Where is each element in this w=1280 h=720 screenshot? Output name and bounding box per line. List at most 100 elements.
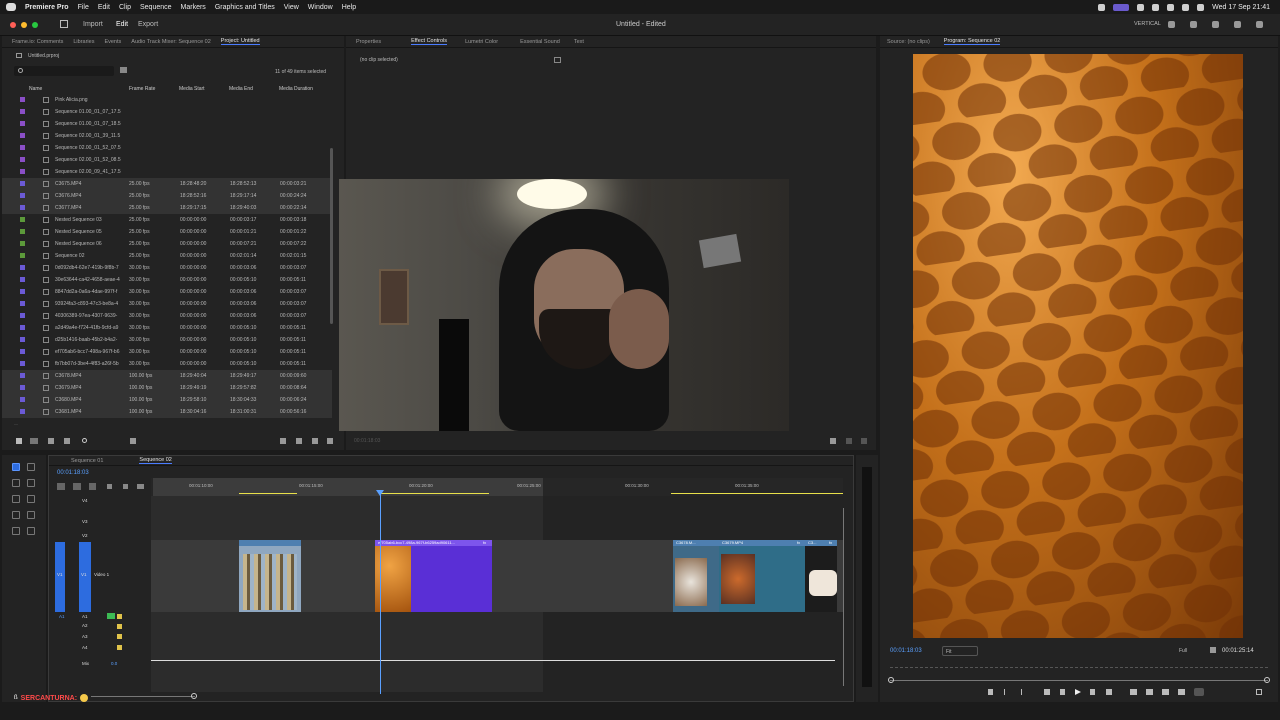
go-to-in-icon[interactable] (1044, 689, 1050, 695)
tab-edit[interactable]: Edit (116, 21, 128, 28)
project-row[interactable]: 30e63644-ca42-4658-aeae-4 30.00 fps 00:00:… (2, 274, 332, 286)
project-row[interactable]: C3676.MP4 25.00 fps 18:28:52:16 18:29:17:14… (2, 190, 332, 202)
project-row[interactable]: Sequence 01.00_01_07_17.5 (2, 106, 332, 118)
project-row[interactable]: d25b1416-baab-45b2-b4a2- 30.00 fps 00:00:0… (2, 334, 332, 346)
v1-source-patch[interactable] (55, 542, 65, 612)
menu-clip[interactable]: Clip (119, 4, 131, 11)
a1-source-patch[interactable]: A1 (59, 614, 65, 619)
mix-value[interactable]: 0.0 (111, 661, 117, 666)
expand-icon[interactable] (1234, 21, 1241, 28)
label-color-swatch[interactable] (20, 181, 25, 186)
col-media-duration[interactable]: Media Duration (279, 86, 313, 92)
snap-icon[interactable] (73, 483, 81, 490)
fit-dropdown[interactable]: Fit (942, 646, 978, 656)
step-icon[interactable] (861, 438, 867, 444)
linked-selection-icon[interactable] (89, 483, 96, 490)
label-color-swatch[interactable] (20, 145, 25, 150)
label-color-swatch[interactable] (20, 157, 25, 162)
find-icon[interactable] (296, 438, 302, 444)
tab-import[interactable]: Import (83, 21, 103, 28)
new-bin-icon[interactable] (120, 67, 127, 73)
a4-solo-button[interactable] (117, 645, 122, 650)
search-icon[interactable] (1182, 3, 1190, 11)
project-row[interactable]: C3675.MP4 25.00 fps 18:28:48:20 18:28:52:13… (2, 178, 332, 190)
timeline-vscroll[interactable] (843, 508, 844, 686)
menu-view[interactable]: View (284, 4, 299, 11)
vertical-type-tool-icon[interactable] (27, 527, 35, 535)
project-row[interactable]: Sequence 02.00_01_39_11.5 (2, 130, 332, 142)
zoom-handle[interactable] (191, 693, 197, 699)
tab-sequence-02[interactable]: Sequence 02 (139, 457, 172, 464)
sort-icon[interactable] (130, 438, 136, 444)
clip-v1-2[interactable]: ef705ab6-bcc7-498a-967f-b6259ad90611... … (375, 540, 492, 612)
control-center-icon[interactable] (1197, 3, 1205, 11)
share-icon[interactable] (1190, 21, 1197, 28)
toggle-timeline-icon[interactable] (554, 57, 561, 63)
project-row[interactable]: Pink Alicia.png (2, 94, 332, 106)
a1-solo-button[interactable] (117, 614, 122, 619)
export-icon[interactable] (846, 438, 852, 444)
add-marker-icon[interactable] (107, 484, 112, 489)
v1-target-track[interactable] (79, 542, 91, 612)
hand-tool-icon[interactable] (27, 511, 35, 519)
a3-solo-button[interactable] (117, 634, 122, 639)
step-forward-icon[interactable] (1090, 689, 1095, 695)
rectangle-tool-icon[interactable] (12, 511, 20, 519)
label-color-swatch[interactable] (20, 289, 25, 294)
project-row[interactable]: Sequence 02 25.00 fps 00:00:00:00 00:02:01:… (2, 250, 332, 262)
a1-mute-button[interactable] (107, 613, 115, 619)
track-v1-name[interactable]: Video 1 (94, 572, 109, 577)
track-a1-label[interactable]: A1 (82, 614, 88, 619)
lift-icon[interactable] (1130, 689, 1137, 695)
profile-icon[interactable] (1113, 3, 1130, 11)
project-row[interactable]: Sequence 02.00_01_52_07.5 (2, 142, 332, 154)
close-icon[interactable] (10, 22, 16, 28)
project-row[interactable]: Sequence 01.00_01_07_18.5 (2, 118, 332, 130)
project-row[interactable]: 8847dd2a-0a6a-4dae-997f-f 30.00 fps 00:00:… (2, 286, 332, 298)
label-color-swatch[interactable] (20, 385, 25, 390)
project-row[interactable]: 40306389-97ea-4307-9639- 30.00 fps 00:00:0… (2, 310, 332, 322)
program-timecode[interactable]: 00:01:18:03 (890, 648, 922, 654)
project-row[interactable]: 93924fa3-c893-47c3-be8a-4 30.00 fps 00:00:… (2, 298, 332, 310)
selection-tool-icon[interactable] (12, 463, 20, 471)
col-media-end[interactable]: Media End (229, 86, 253, 92)
label-color-swatch[interactable] (20, 241, 25, 246)
clip-v1-5[interactable]: C3... fx (805, 540, 837, 612)
playhead[interactable] (380, 490, 381, 694)
track-a2-label[interactable]: A2 (82, 623, 88, 628)
apple-icon[interactable] (6, 3, 16, 11)
clip-v1-4[interactable]: C3679.MP4 fx (719, 540, 805, 612)
menu-edit[interactable]: Edit (98, 4, 110, 11)
timeline-timecode[interactable]: 00:01:18:03 (57, 470, 89, 476)
timeline-zoom-bar[interactable] (91, 696, 195, 697)
project-row[interactable]: Sequence 02.00_09_41_17.5 (2, 166, 332, 178)
panel-icon[interactable] (1168, 21, 1175, 28)
label-color-swatch[interactable] (20, 265, 25, 270)
battery-icon[interactable] (1167, 3, 1175, 11)
slip-tool-icon[interactable] (12, 495, 20, 503)
track-v3-label[interactable]: V3 (82, 519, 88, 524)
track-v2-label[interactable]: V2 (82, 533, 88, 538)
pencil-icon[interactable] (16, 438, 22, 444)
label-color-swatch[interactable] (20, 337, 25, 342)
label-color-swatch[interactable] (20, 193, 25, 198)
comparison-icon[interactable] (1178, 689, 1185, 695)
project-row[interactable]: a2d49a4e-f724-41fb-9cfd-a9 30.00 fps 00:00… (2, 322, 332, 334)
col-frame-rate[interactable]: Frame Rate (129, 86, 155, 92)
project-row[interactable]: C3681.MP4 100.00 fps 18:30:04:16 18:31:00:3… (2, 406, 332, 418)
marker-icon[interactable] (988, 689, 993, 695)
project-row[interactable]: Nested Sequence 03 25.00 fps 00:00:00:00 00… (2, 214, 332, 226)
tab-sequence-01[interactable]: Sequence 01 (71, 458, 103, 464)
label-color-swatch[interactable] (20, 133, 25, 138)
label-color-swatch[interactable] (20, 301, 25, 306)
track-a4-label[interactable]: A4 (82, 645, 88, 650)
mark-in-icon[interactable] (1004, 689, 1008, 695)
project-row[interactable]: Nested Sequence 06 25.00 fps 00:00:00:00 00… (2, 238, 332, 250)
timeline-ruler[interactable]: 00:01:10:00 00:01:15:00 00:01:20:00 00:0… (151, 478, 843, 496)
label-color-swatch[interactable] (20, 325, 25, 330)
captions-icon[interactable] (137, 484, 144, 489)
zoom-slider[interactable] (82, 438, 87, 443)
menu-graphics[interactable]: Graphics and Titles (215, 4, 275, 11)
label-color-swatch[interactable] (20, 277, 25, 282)
label-color-swatch[interactable] (20, 253, 25, 258)
